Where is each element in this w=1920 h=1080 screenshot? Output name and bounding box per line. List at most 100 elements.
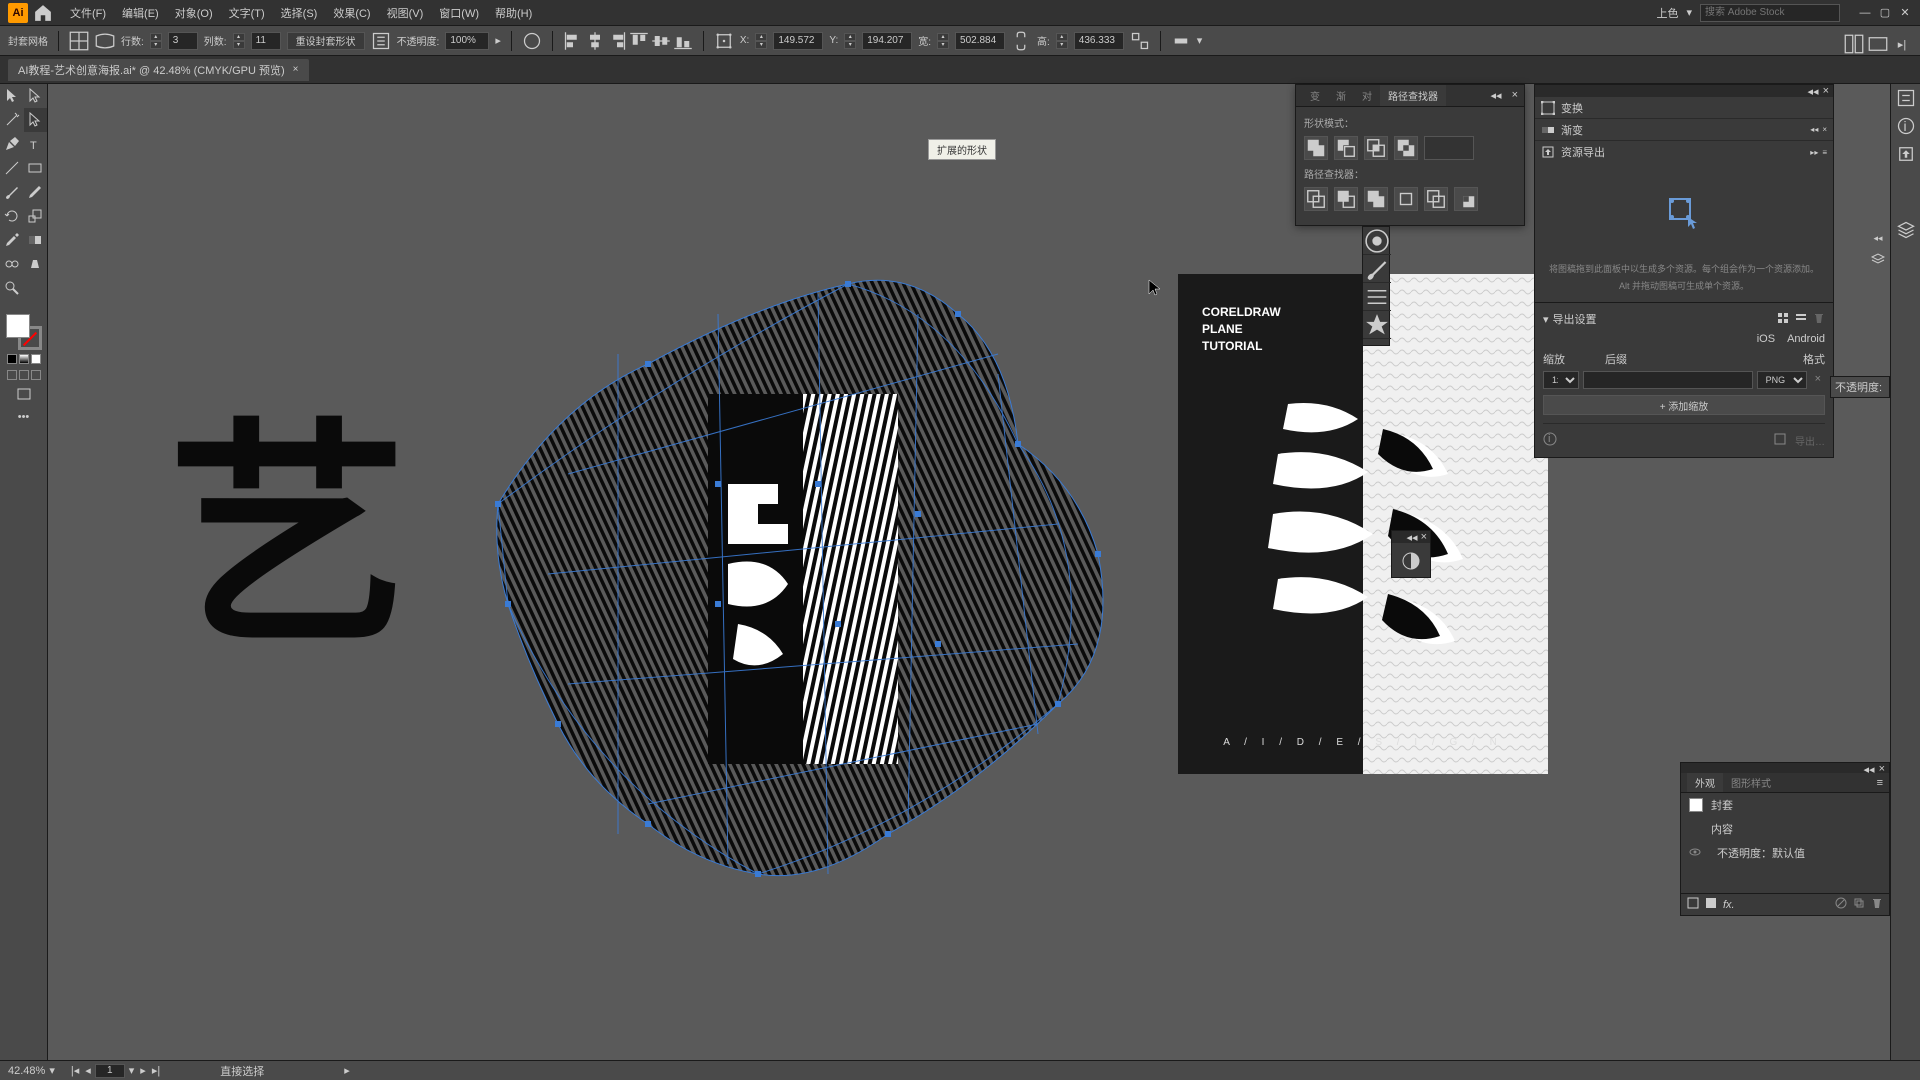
- delete-icon[interactable]: [1813, 312, 1825, 327]
- screen-mode-icon[interactable]: [4, 386, 43, 405]
- draw-inside-icon[interactable]: [31, 370, 41, 380]
- w-stepper[interactable]: ▴▾: [937, 33, 949, 49]
- group-close-icon[interactable]: ×: [1823, 85, 1829, 97]
- panel-collapse-icon[interactable]: ◂◂: [1491, 89, 1502, 102]
- remove-scale-icon[interactable]: ×: [1811, 371, 1825, 389]
- magic-wand-tool[interactable]: [0, 108, 24, 132]
- color-swatch-black[interactable]: [7, 354, 17, 364]
- shape-props-icon[interactable]: [1130, 31, 1150, 51]
- arrange-docs-icon[interactable]: [1844, 34, 1864, 54]
- direct-selection-tool[interactable]: [24, 84, 48, 108]
- maximize-icon[interactable]: ▢: [1878, 6, 1892, 20]
- tab-graphic-styles[interactable]: 图形样式: [1723, 773, 1779, 792]
- minus-back-icon[interactable]: [1454, 187, 1478, 211]
- isolate-icon[interactable]: [1171, 31, 1191, 51]
- menu-view[interactable]: 视图(V): [379, 0, 432, 25]
- new-stroke-icon[interactable]: [1705, 897, 1717, 912]
- appearance-opacity-row[interactable]: 不透明度：默认值: [1681, 841, 1889, 865]
- gradient-row[interactable]: 渐变◂◂×: [1535, 119, 1833, 141]
- zoom-tool[interactable]: [0, 276, 24, 300]
- selection-tool[interactable]: [0, 84, 24, 108]
- cc-libraries-icon[interactable]: [1363, 227, 1391, 255]
- app-collapse-icon[interactable]: ◂◂: [1864, 763, 1875, 773]
- crop-icon[interactable]: [1394, 187, 1418, 211]
- tab-pathfinder[interactable]: 路径查找器: [1380, 85, 1446, 106]
- draw-normal-icon[interactable]: [7, 370, 17, 380]
- lasso-tool[interactable]: [24, 108, 48, 132]
- menu-select[interactable]: 选择(S): [273, 0, 326, 25]
- fill-swatch[interactable]: [6, 314, 30, 338]
- isolate-chevron-icon[interactable]: ▾: [1197, 34, 1203, 47]
- scale-select[interactable]: 1x: [1543, 371, 1579, 389]
- add-effect-icon[interactable]: fx.: [1723, 899, 1735, 911]
- reset-envelope-button[interactable]: 重设封套形状: [287, 32, 365, 50]
- merge-icon[interactable]: [1364, 187, 1388, 211]
- tab-gradient[interactable]: 渐: [1328, 85, 1354, 106]
- group-collapse-icon[interactable]: ◂◂: [1808, 85, 1819, 97]
- gradient-close-icon[interactable]: ×: [1822, 125, 1827, 134]
- visibility-icon[interactable]: [1689, 846, 1701, 861]
- cols-input[interactable]: [251, 32, 281, 50]
- minimize-icon[interactable]: —: [1858, 6, 1872, 20]
- blend-tool[interactable]: [0, 252, 24, 276]
- pencil-tool[interactable]: [24, 180, 48, 204]
- chevron-down-icon[interactable]: ▾: [1686, 6, 1692, 19]
- envelope-grid-icon[interactable]: [69, 31, 89, 51]
- eyedropper-tool[interactable]: [0, 228, 24, 252]
- page-input[interactable]: [95, 1064, 125, 1078]
- suffix-input[interactable]: [1583, 371, 1753, 389]
- tab-close-icon[interactable]: ×: [293, 64, 299, 75]
- home-icon[interactable]: [34, 4, 52, 22]
- align-right-icon[interactable]: [607, 31, 627, 51]
- align-hcenter-icon[interactable]: [585, 31, 605, 51]
- zoom-chevron-icon[interactable]: ▾: [49, 1064, 55, 1077]
- last-page-icon[interactable]: ▸|: [152, 1064, 160, 1077]
- swatches-icon[interactable]: [1363, 283, 1391, 311]
- properties-icon[interactable]: [1896, 88, 1916, 108]
- rows-stepper[interactable]: ▴▾: [150, 33, 162, 49]
- mini-close-icon[interactable]: ×: [1421, 531, 1427, 543]
- mini-collapse-icon[interactable]: ◂◂: [1407, 531, 1418, 543]
- side-layers-icon[interactable]: [1868, 250, 1888, 270]
- add-scale-button[interactable]: + 添加缩放: [1543, 395, 1825, 415]
- cols-stepper[interactable]: ▴▾: [233, 33, 245, 49]
- menu-edit[interactable]: 编辑(E): [114, 0, 167, 25]
- duplicate-item-icon[interactable]: [1853, 897, 1865, 912]
- list-view-icon[interactable]: [1795, 312, 1807, 327]
- clear-appearance-icon[interactable]: [1835, 897, 1847, 912]
- layers-icon[interactable]: [1896, 220, 1916, 240]
- type-tool[interactable]: T: [24, 132, 48, 156]
- appearance-item-row[interactable]: 封套: [1681, 793, 1889, 817]
- link-wh-icon[interactable]: [1011, 31, 1031, 51]
- delete-item-icon[interactable]: [1871, 897, 1883, 912]
- asset-hamburger-icon[interactable]: ≡: [1822, 148, 1827, 157]
- document-tab[interactable]: AI教程-艺术创意海报.ai* @ 42.48% (CMYK/GPU 预览) ×: [8, 59, 309, 81]
- outline-icon[interactable]: [1424, 187, 1448, 211]
- export-preview-icon[interactable]: [1773, 432, 1787, 449]
- floating-mini-panel[interactable]: ◂◂×: [1391, 530, 1431, 578]
- recolor-icon[interactable]: [522, 31, 542, 51]
- intersect-icon[interactable]: [1364, 136, 1388, 160]
- next-page-icon[interactable]: ▸: [140, 1064, 146, 1077]
- first-page-icon[interactable]: |◂: [71, 1064, 79, 1077]
- artwork-envelope-wave[interactable]: [418, 224, 1238, 904]
- rectangle-tool[interactable]: [24, 156, 48, 180]
- menu-help[interactable]: 帮助(H): [487, 0, 540, 25]
- align-top-icon[interactable]: [629, 31, 649, 51]
- h-stepper[interactable]: ▴▾: [1056, 33, 1068, 49]
- unite-icon[interactable]: [1304, 136, 1328, 160]
- prev-page-icon[interactable]: ◂: [85, 1064, 91, 1077]
- envelope-warp-icon[interactable]: [95, 31, 115, 51]
- panel-close-icon[interactable]: ×: [1512, 89, 1518, 102]
- status-chevron-icon[interactable]: ▸: [344, 1064, 350, 1077]
- fill-stroke-swatch[interactable]: [6, 314, 42, 350]
- align-vcenter-icon[interactable]: [651, 31, 671, 51]
- color-theme-icon[interactable]: [1392, 543, 1430, 579]
- android-label[interactable]: Android: [1787, 333, 1825, 345]
- rows-input[interactable]: [168, 32, 198, 50]
- transform-row[interactable]: 变换: [1535, 97, 1833, 119]
- asset-drop-zone[interactable]: [1535, 163, 1833, 263]
- asset-menu-icon[interactable]: ▸▸: [1810, 148, 1818, 157]
- search-input[interactable]: [1700, 4, 1840, 22]
- scale-tool[interactable]: [24, 204, 48, 228]
